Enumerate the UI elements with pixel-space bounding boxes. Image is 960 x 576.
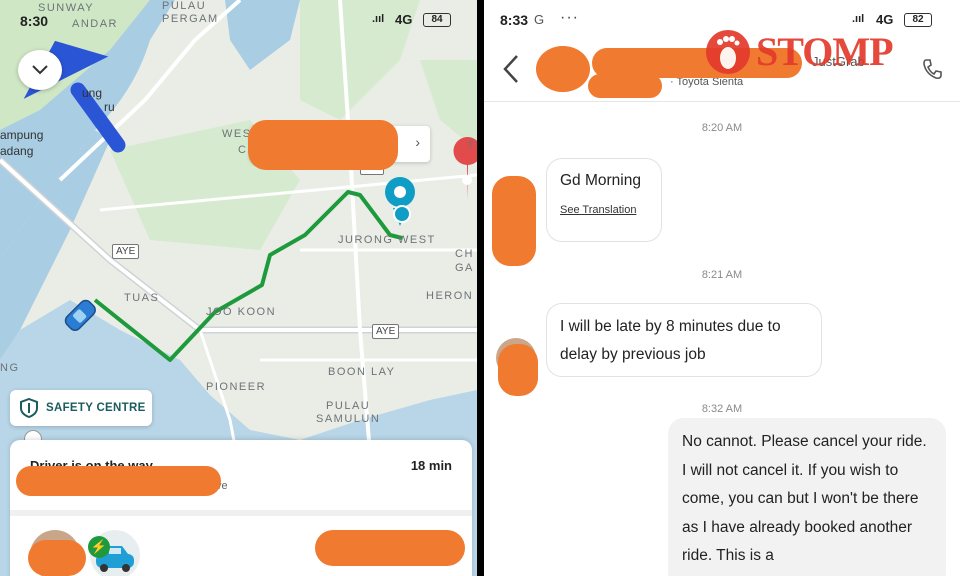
shield-icon [20,398,38,418]
redaction [248,120,398,170]
map-label: C [238,144,248,156]
google-icon: G [534,12,545,27]
redaction [315,530,465,566]
map-label: ru [104,100,115,114]
stomp-watermark: STOMP [704,24,894,80]
eta-label: 18 min [410,458,452,473]
message-timestamp: 8:20 AM [701,122,743,134]
map-label: BOON LAY [328,366,396,378]
map-label: JOO KOON [206,306,277,318]
see-translation-link[interactable]: See Translation [560,203,648,217]
collapse-button[interactable] [18,50,62,90]
map-label: adang [0,144,34,158]
more-icon: ··· [560,9,579,26]
safety-centre-label: SAFETY CENTRE [46,402,146,414]
map-label: TUAS [124,292,160,304]
chevron-right-icon: › [415,134,420,150]
status-time: 8:30 [20,13,49,29]
divider [10,510,472,516]
back-arrow-icon[interactable] [500,54,522,84]
phone-icon[interactable] [922,58,942,80]
map-label: GA [455,262,474,274]
panel-divider [477,0,484,576]
incoming-message[interactable]: I will be late by 8 minutes due to delay… [546,303,822,377]
road-badge: AYE [112,244,140,259]
map-label: HERON [426,290,474,302]
status-time: 8:33 [500,12,529,28]
message-timestamp: 8:32 AM [701,403,743,415]
signal-icon: .ııl [372,13,385,25]
map-label: ung [82,86,103,100]
redaction [492,176,536,266]
chevron-down-icon [32,65,48,75]
redaction [536,46,590,92]
map-label: T [467,140,476,152]
redaction [498,344,538,396]
battery-icon: 84 [423,13,451,27]
map-screen: 8:30 .ııl 4G 84 SUNWAY ANDAR PULAU PERGA… [0,0,477,576]
map-label: ANDAR [72,18,119,30]
map-label: CH [455,248,474,260]
battery-icon: 82 [904,13,932,27]
outgoing-message[interactable]: No cannot. Please cancel your ride. I wi… [668,418,946,576]
safety-centre-button[interactable]: SAFETY CENTRE [10,390,152,426]
map-label: PULAU PERGAM [162,0,219,25]
footprint-logo-icon [706,30,750,74]
redaction [28,540,86,576]
network-type: 4G [395,12,413,27]
chat-screen: 8:33 G ··· .ııl 4G 82 · Toyota Sienta Ju… [484,0,960,576]
message-timestamp: 8:21 AM [701,269,743,281]
map-label: ampung [0,128,44,142]
map-label: JURONG WEST [338,234,436,246]
electric-icon: ⚡ [88,536,110,558]
map-label: PULAU SAMULUN [316,400,381,425]
map-label: NG [0,362,20,374]
map-label: PIONEER [206,381,267,393]
message-text: I will be late by 8 minutes due to delay… [560,318,781,363]
watermark-text: STOMP [756,29,894,74]
message-text: Gd Morning [560,172,641,189]
incoming-message[interactable]: Gd Morning See Translation [546,158,662,242]
redaction [588,74,662,98]
redaction [16,466,221,496]
map-label: SUNWAY [38,2,95,14]
message-text: No cannot. Please cancel your ride. I wi… [682,433,927,564]
road-badge: AYE [372,324,400,339]
